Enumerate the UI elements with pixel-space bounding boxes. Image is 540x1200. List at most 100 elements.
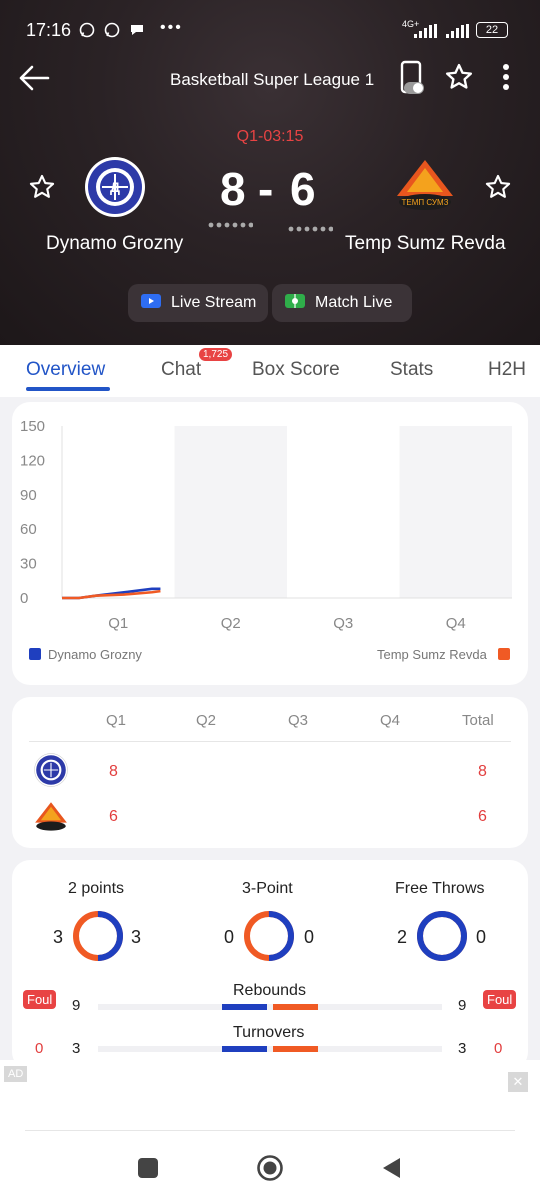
stat-3point-ring	[244, 911, 294, 961]
away-team-logo-small	[32, 800, 70, 839]
table-divider	[29, 741, 511, 742]
tab-box-score[interactable]: Box Score	[252, 359, 340, 381]
stat-rebounds-away: 9	[458, 997, 467, 1014]
stat-2points-home: 3	[53, 927, 64, 947]
stat-3point-home: 0	[224, 927, 235, 947]
header-q4: Q4	[380, 712, 401, 729]
ad-label: AD	[4, 1066, 28, 1082]
quarter-band-q4	[399, 426, 512, 598]
back-nav-icon[interactable]	[380, 1156, 402, 1185]
stat-2points-title: 2 points	[68, 880, 125, 897]
tab-stats[interactable]: Stats	[390, 359, 433, 381]
home-foul-count: 0	[35, 1040, 44, 1057]
x-tick-label: Q3	[333, 615, 353, 632]
more-menu-icon[interactable]	[501, 63, 511, 96]
bar-away-fill	[273, 1046, 319, 1052]
stat-rebounds-home: 9	[72, 997, 81, 1014]
stat-turnovers-away: 3	[458, 1040, 467, 1057]
home-foul-badge: Foul	[23, 990, 57, 1009]
tab-h2h[interactable]: H2H	[488, 359, 526, 381]
x-tick-label: Q1	[108, 615, 128, 632]
away-team-name: Temp Sumz Revda	[345, 233, 506, 254]
y-tick-label: 90	[20, 487, 37, 504]
svg-text:Д: Д	[110, 179, 120, 195]
team-stats-card: 2 points 3-Point Free Throws 3 3 0 0 2 0…	[12, 860, 528, 1070]
header-q3: Q3	[288, 712, 309, 729]
follow-away-star-icon[interactable]	[484, 173, 512, 206]
tab-overview[interactable]: Overview	[26, 359, 105, 381]
legend-away-label: Temp Sumz Revda	[377, 647, 487, 662]
home-team-logo[interactable]: Д	[84, 156, 146, 223]
away-score: 6	[290, 163, 318, 215]
score-flow-chart: 150 120 90 60 30 0 Q1 Q2 Q3 Q4	[20, 418, 512, 632]
quarter-band-q2	[174, 426, 287, 598]
legend-home-label: Dynamo Grozny	[48, 647, 142, 662]
signal-icon	[444, 24, 470, 43]
bar-home-fill	[221, 1004, 267, 1010]
match-live-label: Match Live	[315, 294, 393, 311]
home-team-name: Dynamo Grozny	[46, 233, 184, 254]
y-tick-label: 0	[20, 590, 28, 607]
signal-icon	[412, 24, 438, 43]
status-time: 17:16	[26, 20, 72, 40]
away-fouls-dots	[287, 220, 334, 238]
y-tick-label: 150	[20, 418, 45, 435]
ad-close-icon[interactable]: ✕	[508, 1072, 528, 1092]
tab-chat[interactable]: Chat	[161, 359, 201, 381]
svg-text:ТЕМП СУМЗ: ТЕМП СУМЗ	[402, 198, 449, 207]
live-stream-button[interactable]: Live Stream	[128, 284, 268, 322]
home-score: 8	[220, 163, 248, 215]
tab-bar: Overview Chat 1,725 Box Score Stats H2H	[0, 345, 540, 397]
away-foul-badge: Foul	[483, 990, 517, 1009]
whatsapp-icon	[79, 22, 95, 43]
recent-apps-icon[interactable]	[138, 1158, 158, 1178]
stat-3point-away: 0	[304, 927, 315, 947]
away-foul-count: 0	[494, 1040, 503, 1057]
home-q1-score: 8	[109, 763, 118, 780]
home-icon[interactable]	[257, 1155, 283, 1186]
back-arrow-icon[interactable]	[18, 64, 50, 97]
stat-2points-away: 3	[131, 927, 142, 947]
y-tick-label: 120	[20, 452, 45, 469]
home-total-score: 8	[478, 763, 487, 780]
follow-home-star-icon[interactable]	[28, 173, 56, 206]
stat-freethrows-ring	[417, 911, 467, 961]
system-nav-bar	[0, 1130, 540, 1200]
stat-turnovers-home: 3	[72, 1040, 81, 1057]
legend-away-swatch	[498, 648, 510, 660]
stat-turnovers-bar	[98, 1046, 442, 1052]
battery-icon: 22	[476, 22, 508, 38]
quarter-band-q3	[287, 426, 400, 598]
league-title: Basketball Super League 1	[170, 70, 375, 89]
stat-freethrows-title: Free Throws	[395, 880, 485, 897]
stat-2points-ring	[73, 911, 123, 961]
match-header: 17:16 ••• 4G+ 22 Basketball Super League…	[0, 0, 540, 345]
chat-count-badge: 1,725	[199, 348, 233, 361]
stat-freethrows-home: 2	[397, 927, 408, 947]
ad-banner[interactable]: AD ✕	[0, 1060, 540, 1130]
bar-home-fill	[221, 1046, 267, 1052]
period-clock: Q1-03:15	[236, 128, 304, 145]
device-toggle-icon[interactable]	[398, 60, 426, 101]
match-live-button[interactable]: Match Live	[272, 284, 412, 322]
battery-level: 22	[485, 24, 499, 36]
home-fouls-dots	[207, 216, 254, 234]
whatsapp-icon	[104, 22, 120, 43]
match-live-icon	[285, 293, 305, 313]
header-total: Total	[462, 712, 494, 729]
x-tick-label: Q4	[446, 615, 466, 632]
away-team-logo[interactable]: ТЕМП СУМЗ	[393, 156, 457, 221]
stat-freethrows-away: 0	[476, 927, 487, 947]
live-stream-label: Live Stream	[171, 294, 257, 311]
x-tick-label: Q2	[221, 615, 241, 632]
status-overflow: •••	[160, 19, 183, 36]
legend-home-swatch	[29, 648, 41, 660]
home-team-logo-small	[34, 753, 68, 792]
score-separator: -	[258, 163, 276, 215]
stat-rebounds-title: Rebounds	[233, 982, 306, 999]
quarter-score-card: Q1 Q2 Q3 Q4 Total 8 8 6 6	[12, 697, 528, 848]
ring-home-arc	[417, 911, 467, 961]
bar-away-fill	[273, 1004, 319, 1010]
score-flow-card: 150 120 90 60 30 0 Q1 Q2 Q3 Q4 Dynamo Grozny Temp…	[12, 402, 528, 685]
favorite-star-icon[interactable]	[444, 62, 474, 97]
